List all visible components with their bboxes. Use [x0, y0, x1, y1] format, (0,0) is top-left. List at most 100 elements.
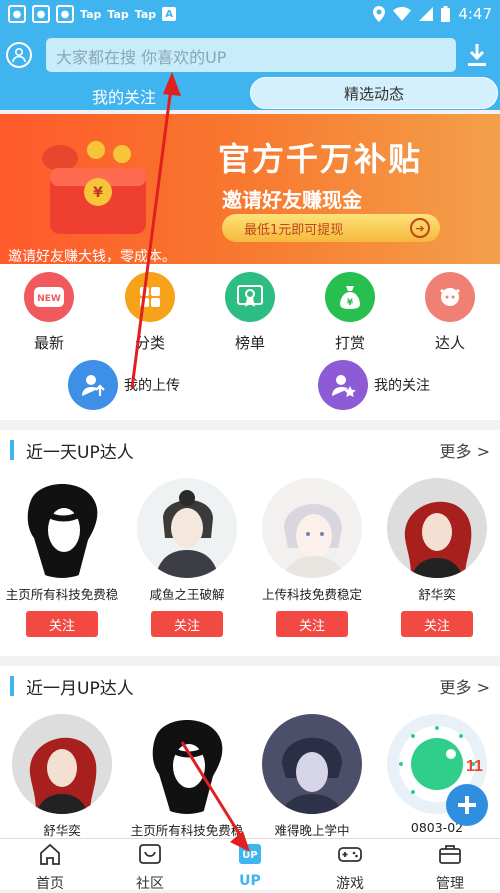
tap-notification: Tap [134, 7, 157, 21]
gamepad-icon [338, 847, 362, 862]
bottom-navigation: 首页 社区 UP UP 游戏 管理 [0, 838, 500, 893]
banner-caption: 邀请好友赚大钱，零成本。 [8, 249, 176, 264]
up-card[interactable]: 舒华奕 关注 [377, 478, 497, 637]
menu-item-my-follows[interactable]: 我的关注 [318, 360, 430, 410]
menu-label: 分类 [134, 334, 165, 352]
up-card[interactable]: 上传科技免费稳定 关注 [252, 478, 372, 637]
up-card[interactable]: 主页所有科技免费稳 [127, 714, 247, 838]
up-name: 主页所有科技免费稳 [130, 823, 244, 838]
download-icon[interactable] [466, 42, 488, 68]
nav-label: 社区 [136, 876, 164, 892]
arrow-right-icon: ➔ [410, 218, 430, 238]
plus-icon [458, 796, 476, 814]
menu-label: 榜单 [234, 334, 265, 352]
tab-my-follow[interactable]: 我的关注 [92, 84, 156, 108]
avatar [12, 714, 112, 814]
a-notification-icon: A [162, 7, 177, 21]
more-link[interactable]: 更多 > [440, 674, 491, 698]
menu-item-category[interactable]: 分类 [110, 272, 190, 353]
follow-button[interactable]: 关注 [276, 611, 348, 637]
section-accent-bar [10, 440, 14, 460]
user-star-icon [318, 360, 368, 410]
section-accent-bar [10, 676, 14, 696]
avatar [387, 478, 487, 578]
status-bar: ● ● ● Tap Tap Tap A 4:47 [0, 0, 500, 28]
paw-app-icon: ● [8, 5, 26, 23]
tap-notification: Tap [107, 7, 129, 21]
grid-icon [125, 272, 175, 322]
follow-button[interactable]: 关注 [401, 611, 473, 637]
nav-up[interactable]: UP UP [210, 843, 290, 889]
up-name: 舒华奕 [418, 587, 456, 602]
new-badge-icon: NEW [24, 272, 74, 322]
up-card[interactable]: 难得晚上学中 [252, 714, 372, 838]
menu-item-latest[interactable]: NEW 最新 [9, 272, 89, 353]
section-monthly-up-experts: 近一月UP达人 更多 > 舒华奕 主页所有科技免费稳 难得晚上学中 0803-0… [0, 666, 500, 838]
certificate-icon [225, 272, 275, 322]
up-icon: UP [239, 844, 261, 864]
svg-text:UP: UP [242, 850, 257, 861]
follow-button[interactable]: 关注 [151, 611, 223, 637]
section-daily-up-experts: 近一天UP达人 更多 > 主页所有科技免费稳 关注 咸鱼之王破解 关注 上传科技… [0, 430, 500, 656]
tab-featured-updates[interactable]: 精选动态 [250, 77, 498, 109]
menu-label: 我的上传 [124, 378, 180, 394]
add-fab-button[interactable] [446, 784, 488, 826]
svg-text:¥: ¥ [347, 298, 354, 308]
red-envelope-gift-icon: ¥ [42, 141, 146, 234]
avatar [12, 478, 112, 578]
user-upload-icon [68, 360, 118, 410]
nav-manage[interactable]: 管理 [410, 843, 490, 893]
home-icon [40, 843, 60, 865]
promo-banner[interactable]: ¥ 官方千万补贴 邀请好友赚现金 最低1元即可提现 ➔ 邀请好友赚大钱，零成本。 [0, 114, 500, 264]
up-card[interactable]: 舒华奕 [2, 714, 122, 838]
money-bag-icon: ¥ [325, 272, 375, 322]
menu-item-expert[interactable]: 达人 [410, 272, 490, 353]
community-icon [139, 844, 161, 864]
banner-subtitle: 邀请好友赚现金 [222, 188, 362, 212]
menu-label: 打赏 [334, 334, 365, 352]
category-menu: NEW 最新 分类 榜单 ¥ 打赏 达人 我的上传 我的关注 [0, 264, 500, 420]
avatar-helmet-icon [425, 272, 475, 322]
wifi-icon [393, 7, 412, 21]
withdraw-button-label: 最低1元即可提现 [244, 222, 344, 238]
menu-label: 我的关注 [374, 378, 430, 394]
up-name: 0803-02 [410, 820, 464, 835]
withdraw-button[interactable]: 最低1元即可提现 ➔ [222, 214, 440, 242]
up-name: 咸鱼之王破解 [149, 587, 225, 602]
svg-text:NEW: NEW [37, 294, 61, 304]
search-input[interactable]: 大家都在搜 你喜欢的UP [46, 38, 456, 72]
up-card[interactable]: 主页所有科技免费稳 关注 [2, 478, 122, 637]
nav-label: 首页 [36, 876, 64, 892]
up-name: 舒华奕 [43, 823, 81, 838]
location-icon [373, 6, 386, 22]
svg-text:¥: ¥ [93, 185, 103, 201]
section-title: 近一天UP达人 [26, 443, 134, 463]
up-name: 主页所有科技免费稳 [5, 587, 119, 602]
more-link[interactable]: 更多 > [440, 438, 491, 462]
nav-home[interactable]: 首页 [10, 843, 90, 893]
nav-community[interactable]: 社区 [110, 843, 190, 893]
app-badge-number: 11 [466, 758, 483, 775]
menu-item-reward[interactable]: ¥ 打赏 [310, 272, 390, 353]
section-title: 近一月UP达人 [26, 679, 134, 699]
nav-games[interactable]: 游戏 [310, 843, 390, 893]
banner-title: 官方千万补贴 [218, 140, 423, 178]
avatar [137, 714, 237, 814]
up-card[interactable]: 咸鱼之王破解 关注 [127, 478, 247, 637]
follow-button[interactable]: 关注 [26, 611, 98, 637]
avatar [262, 714, 362, 814]
user-avatar-icon[interactable] [6, 42, 32, 68]
up-name: 上传科技免费稳定 [261, 587, 362, 602]
menu-label: 达人 [434, 334, 465, 352]
signal-icon [419, 7, 434, 21]
menu-item-ranking[interactable]: 榜单 [210, 272, 290, 353]
battery-icon [441, 6, 451, 22]
avatar [262, 478, 362, 578]
nav-label: UP [239, 873, 261, 889]
paw-app-icon: ● [56, 5, 74, 23]
nav-label: 管理 [436, 876, 464, 892]
menu-item-my-uploads[interactable]: 我的上传 [68, 360, 180, 410]
menu-label: 最新 [33, 334, 64, 352]
up-name: 难得晚上学中 [274, 823, 350, 838]
clock: 4:47 [458, 5, 492, 23]
